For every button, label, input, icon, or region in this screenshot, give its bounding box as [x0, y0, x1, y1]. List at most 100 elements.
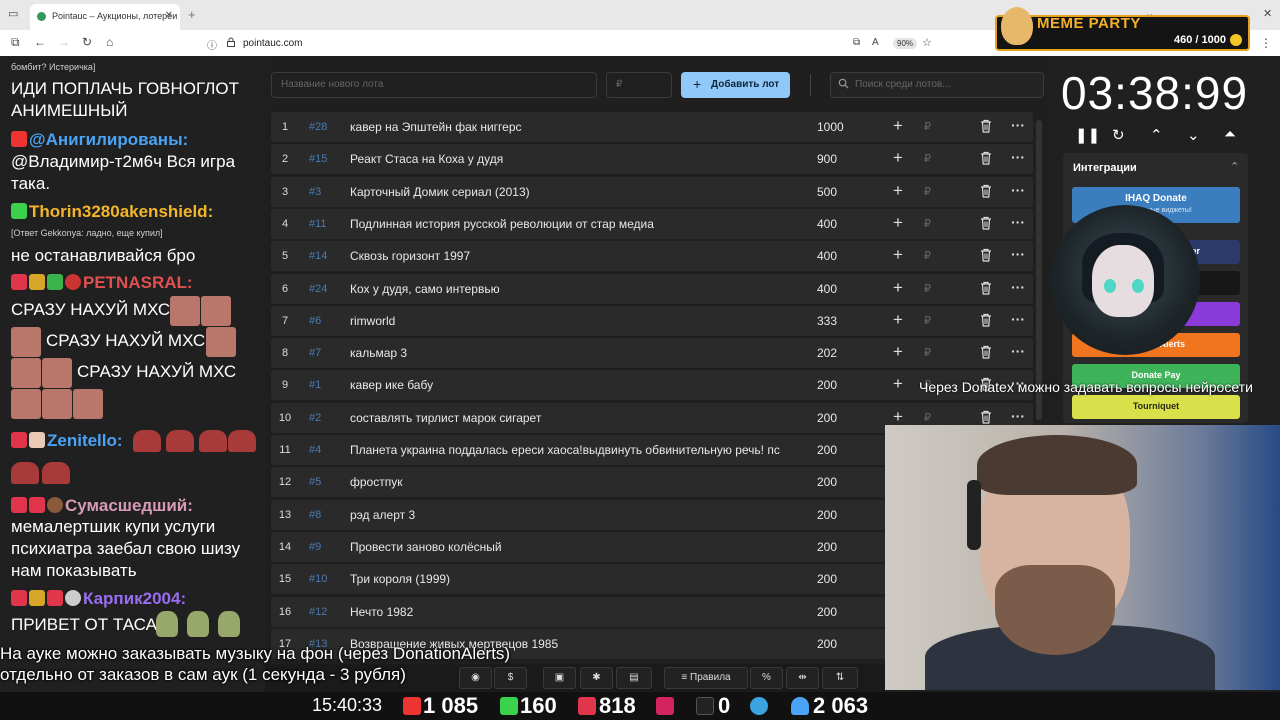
split-icon[interactable]: ⇹ — [786, 667, 819, 689]
lot-amount[interactable]: 200 — [817, 378, 837, 392]
trash-icon[interactable] — [980, 313, 992, 327]
lot-title[interactable]: кальмар 3 — [350, 346, 790, 360]
chevron-up-icon[interactable]: ⌃ — [1230, 160, 1239, 173]
lot-row[interactable]: 2 #15 Реакт Стаса на Коха у дудя 900 + ₽ ··· — [271, 144, 1033, 174]
trash-icon[interactable] — [980, 119, 992, 133]
tourniquet-button[interactable]: Tourniquet — [1072, 395, 1240, 419]
lot-amount[interactable]: 400 — [817, 249, 837, 263]
lot-title[interactable]: Сквозь горизонт 1997 — [350, 249, 790, 263]
sort-icon[interactable]: ⇅ — [822, 667, 858, 689]
lot-amount[interactable]: 200 — [817, 572, 837, 586]
price-input[interactable]: ₽ — [606, 72, 672, 98]
lot-amount[interactable]: 400 — [817, 282, 837, 296]
trash-icon[interactable] — [980, 410, 992, 424]
lot-amount[interactable]: 200 — [817, 475, 837, 489]
more-options-icon[interactable]: ··· — [1011, 149, 1025, 165]
lot-row[interactable]: 7 #6 rimworld 333 + ₽ ··· — [271, 306, 1033, 336]
more-options-icon[interactable]: ··· — [1011, 246, 1025, 262]
lot-amount[interactable]: 202 — [817, 346, 837, 360]
browser-menu-icon[interactable]: ⋮ — [1260, 36, 1272, 50]
lot-amount[interactable]: 200 — [817, 411, 837, 425]
url-field[interactable]: pointauc.com — [243, 38, 302, 49]
chat-username[interactable]: Thorin3280akenshield: — [29, 202, 213, 221]
more-options-icon[interactable]: ··· — [1011, 117, 1025, 133]
reset-icon[interactable]: ↻ — [1112, 126, 1125, 144]
delete-all-icon[interactable]: ▤ — [616, 667, 652, 689]
lot-amount[interactable]: 1000 — [817, 120, 844, 134]
add-amount-icon[interactable]: + — [893, 116, 903, 136]
chevron-down-icon[interactable]: ⌄ — [1187, 126, 1200, 144]
lot-title[interactable]: Кох у дудя, само интервью — [350, 282, 790, 296]
add-lot-button[interactable]: + Добавить лот — [681, 72, 790, 98]
lot-row[interactable]: 1 #28 кавер на Эпштейн фак ниггерс 1000 + ₽ ··… — [271, 112, 1033, 142]
more-options-icon[interactable]: ··· — [1011, 279, 1025, 295]
chat-username[interactable]: РЕТNASRAL: — [83, 273, 193, 292]
more-options-icon[interactable]: ··· — [1011, 311, 1025, 327]
add-amount-icon[interactable]: + — [893, 342, 903, 362]
trash-icon[interactable] — [980, 345, 992, 359]
more-options-icon[interactable]: ··· — [1011, 408, 1025, 424]
chat-username[interactable]: Zenitello: — [47, 431, 123, 450]
back-icon[interactable]: ← — [34, 35, 46, 49]
chat-username[interactable]: Сумасшедший: — [65, 496, 193, 515]
lot-amount[interactable]: 200 — [817, 540, 837, 554]
lot-title[interactable]: Подлинная история русской революции от с… — [350, 217, 790, 231]
lot-row[interactable]: 3 #3 Карточный Домик сериал (2013) 500 + ₽ ··· — [271, 177, 1033, 207]
percent-icon[interactable]: % — [750, 667, 783, 689]
close-window-icon[interactable]: ✕ — [1263, 7, 1272, 20]
lot-row[interactable]: 4 #11 Подлинная история русской революции … — [271, 209, 1033, 239]
lot-amount[interactable]: 333 — [817, 314, 837, 328]
lot-title[interactable]: Три короля (1999) — [350, 572, 790, 586]
github-icon[interactable]: ◉ — [459, 667, 492, 689]
lot-row[interactable]: 5 #14 Сквозь горизонт 1997 400 + ₽ ··· — [271, 241, 1033, 271]
home-icon[interactable]: ⌂ — [106, 35, 113, 49]
lot-amount[interactable]: 200 — [817, 508, 837, 522]
rules-button[interactable]: ≡ Правила — [664, 667, 748, 689]
lot-title[interactable]: фростпук — [350, 475, 790, 489]
lot-amount[interactable]: 200 — [817, 605, 837, 619]
forward-icon[interactable]: → — [58, 35, 70, 49]
chevron-up-icon[interactable]: ⌃ — [1150, 126, 1163, 144]
lot-amount[interactable]: 500 — [817, 185, 837, 199]
collections-icon[interactable]: ⧉ — [11, 35, 20, 50]
lot-row[interactable]: 6 #24 Кох у дудя, само интервью 400 + ₽ ··· — [271, 274, 1033, 304]
lot-title[interactable]: Карточный Домик сериал (2013) — [350, 185, 790, 199]
favorite-star-icon[interactable]: ☆ — [922, 36, 932, 49]
close-tab-icon[interactable]: ✕ — [165, 10, 173, 21]
new-tab-icon[interactable]: + — [188, 7, 196, 22]
lot-title[interactable]: Реакт Стаса на Коха у дудя — [350, 152, 790, 166]
trash-icon[interactable] — [980, 184, 992, 198]
add-amount-icon[interactable]: + — [893, 278, 903, 298]
site-info-icon[interactable]: ⓘ — [207, 37, 217, 52]
chat-username[interactable]: Карпик2004: — [83, 589, 186, 608]
lot-title[interactable]: Планета украина поддалась ереси хаоса!вы… — [350, 443, 790, 457]
refresh-icon[interactable]: ↻ — [82, 35, 92, 49]
add-amount-icon[interactable]: + — [893, 407, 903, 427]
more-options-icon[interactable]: ··· — [1011, 343, 1025, 359]
translate-icon[interactable]: A — [872, 37, 879, 48]
lot-title[interactable]: rimworld — [350, 314, 790, 328]
lot-title[interactable]: кавер на Эпштейн фак ниггерс — [350, 120, 790, 134]
lot-amount[interactable]: 400 — [817, 217, 837, 231]
lot-amount[interactable]: 900 — [817, 152, 837, 166]
lot-title[interactable]: Провести заново колёсный — [350, 540, 790, 554]
lot-title[interactable]: Нечто 1982 — [350, 605, 790, 619]
new-lot-input[interactable]: Название нового лота — [271, 72, 597, 98]
add-amount-icon[interactable]: + — [893, 245, 903, 265]
reader-icon[interactable]: ⧉ — [853, 37, 860, 48]
add-amount-icon[interactable]: + — [893, 148, 903, 168]
lot-title[interactable]: составлять тирлист марок сигарет — [350, 411, 790, 425]
zoom-level[interactable]: 90% — [893, 38, 918, 49]
trash-icon[interactable] — [980, 216, 992, 230]
more-options-icon[interactable]: ··· — [1011, 214, 1025, 230]
browser-tab[interactable]: Pointauc – Аукционы, лотереи ✕ — [30, 4, 180, 30]
tab-menu-icon[interactable]: ▭ — [8, 7, 18, 20]
add-amount-icon[interactable]: + — [893, 310, 903, 330]
pause-icon[interactable]: ❚❚ — [1075, 126, 1100, 144]
search-lots-input[interactable]: Поиск среди лотов... — [830, 72, 1044, 98]
chat-username[interactable]: @Анигилированы: — [29, 130, 188, 149]
trash-icon[interactable] — [980, 281, 992, 295]
add-amount-icon[interactable]: + — [893, 181, 903, 201]
add-amount-icon[interactable]: + — [893, 213, 903, 233]
trash-icon[interactable] — [980, 248, 992, 262]
